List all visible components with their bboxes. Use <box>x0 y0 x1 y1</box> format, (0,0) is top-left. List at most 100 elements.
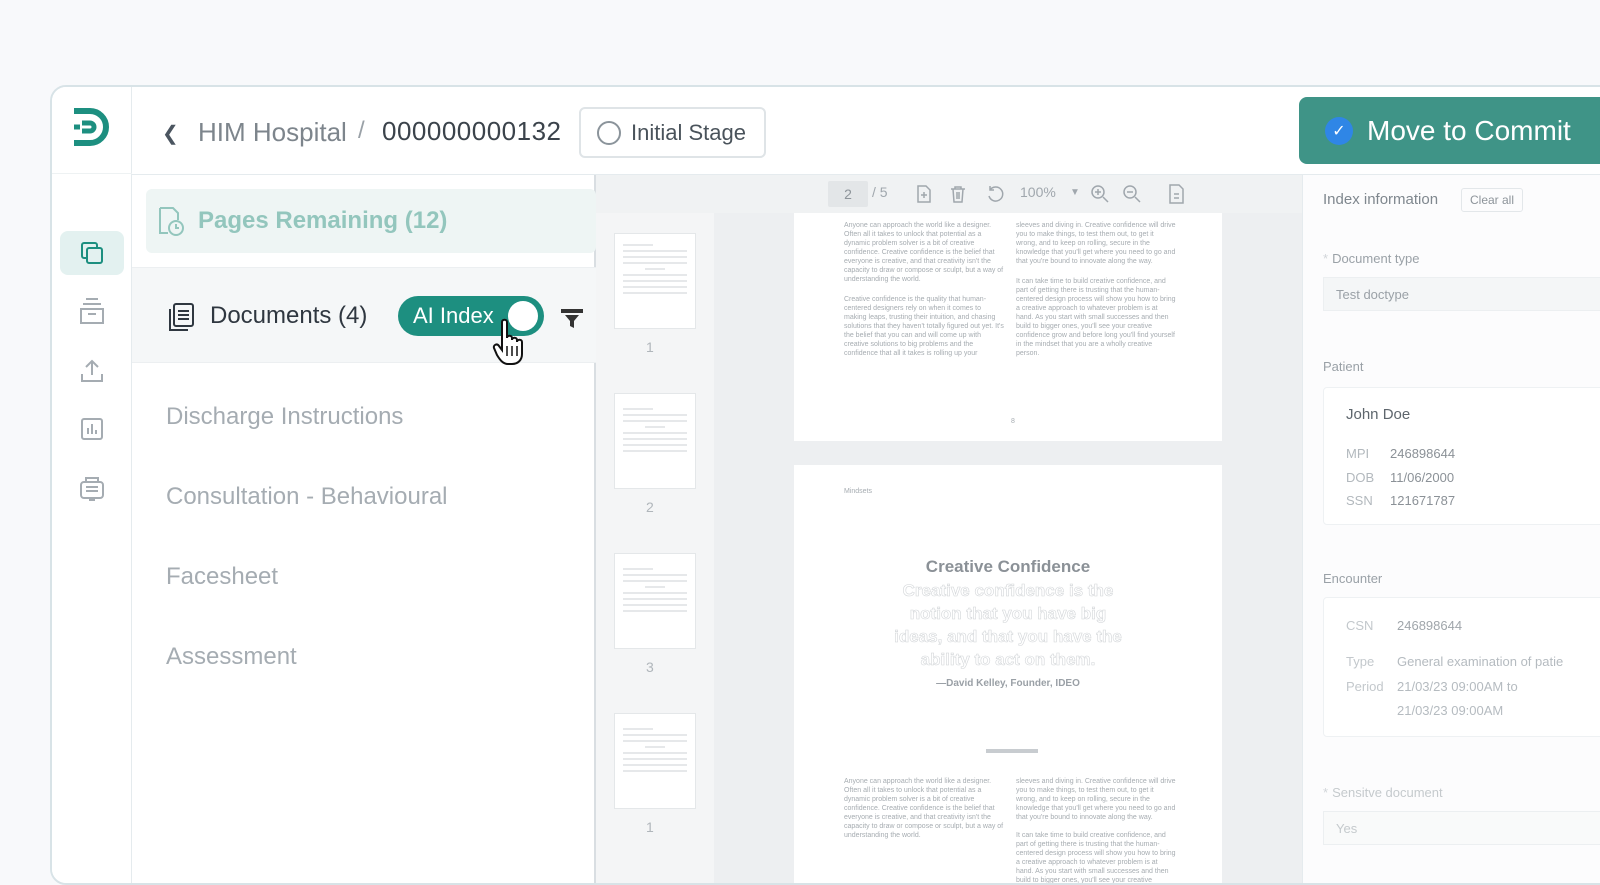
type-value: General examination of patie <box>1397 654 1564 669</box>
encounter-label: Encounter <box>1323 571 1383 586</box>
add-page-icon[interactable] <box>916 185 932 203</box>
document-viewer: 2 / 5 100% ▼ 1 2 3 1 Anyone can approach… <box>596 175 1302 883</box>
documents-panel: Pages Remaining (12) Documents (4) AI In… <box>132 175 596 883</box>
documents-title: Documents (4) <box>210 302 368 329</box>
document-item[interactable]: Facesheet <box>166 563 278 591</box>
mpi-value: 246898644 <box>1390 446 1456 461</box>
rotate-icon[interactable] <box>986 185 1004 203</box>
pages-remaining-button[interactable]: Pages Remaining (12) <box>146 189 596 253</box>
page-number-input[interactable]: 2 <box>828 181 868 207</box>
index-title: Index information <box>1323 191 1439 208</box>
zoom-out-icon[interactable] <box>1122 184 1142 204</box>
document-item[interactable]: Assessment <box>166 643 297 671</box>
body-text: Anyone can approach the world like a des… <box>844 222 1004 283</box>
document-type-label: * Document type <box>1323 251 1420 266</box>
page-thumbnail[interactable] <box>614 553 696 649</box>
body-text: It can take time to build creative confi… <box>1016 278 1176 357</box>
stage-label: Initial Stage <box>631 119 746 145</box>
patient-card[interactable]: John Doe MPI 246898644 DOB 11/06/2000 SS… <box>1323 387 1600 525</box>
check-icon: ✓ <box>1325 116 1353 145</box>
thumbnail-number: 3 <box>646 659 654 675</box>
body-text: sleeves and diving in. Creative confiden… <box>1016 778 1176 821</box>
trash-icon[interactable] <box>950 185 966 203</box>
thumbnail-number: 1 <box>646 339 654 355</box>
quote-text: Creative confidence is the notion that y… <box>894 581 1122 670</box>
quote-author: —David Kelley, Founder, IDEO <box>936 678 1080 689</box>
divider-bar <box>986 749 1038 753</box>
index-panel: Index information Clear all * Document ty… <box>1302 175 1600 883</box>
document-list-icon <box>169 303 194 331</box>
document-page: Anyone can approach the world like a des… <box>794 213 1222 441</box>
page-thumbnail[interactable] <box>614 393 696 489</box>
ai-index-label: AI Index <box>413 303 494 328</box>
move-to-commit-button[interactable]: ✓ Move to Commit <box>1299 97 1600 164</box>
page-total: / 5 <box>872 184 888 200</box>
thumbnail-number: 2 <box>646 499 654 515</box>
clear-all-button[interactable]: Clear all <box>1461 188 1524 212</box>
chevron-left-icon[interactable]: ❮ <box>162 121 179 146</box>
copy-pages-icon <box>81 242 103 264</box>
breadcrumb-separator: / <box>358 117 365 144</box>
viewer-toolbar: 2 / 5 100% ▼ <box>596 175 1302 213</box>
top-header: ❮ HIM Hospital / 000000000132 Initial St… <box>132 87 1600 175</box>
hand-cursor-icon <box>492 318 523 365</box>
csn-label: CSN <box>1346 618 1374 633</box>
commit-label: Move to Commit <box>1367 114 1571 146</box>
ssn-value: 121671787 <box>1390 493 1456 508</box>
document-type-field[interactable]: Test doctype <box>1323 277 1600 311</box>
caret-down-icon[interactable]: ▼ <box>1070 187 1080 198</box>
quote-title: Creative Confidence <box>925 557 1091 576</box>
body-text: Anyone can approach the world like a des… <box>844 778 1004 839</box>
breadcrumb-parent[interactable]: HIM Hospital <box>198 117 347 148</box>
documents-header: Documents (4) AI Index <box>132 267 596 365</box>
page-thumbnail[interactable] <box>614 713 696 809</box>
nav-fax[interactable] <box>60 467 124 511</box>
zoom-level[interactable]: 100% <box>1020 184 1056 200</box>
period-start: 21/03/23 09:00AM to <box>1397 679 1518 694</box>
mpi-label: MPI <box>1346 446 1370 461</box>
dob-label: DOB <box>1346 470 1375 485</box>
page-thumbnail[interactable] <box>614 233 696 329</box>
sensitive-document-field[interactable]: Yes <box>1323 811 1600 845</box>
nav-rail <box>52 87 132 883</box>
body-text: It can take time to build creative confi… <box>1016 832 1176 884</box>
rail-divider <box>52 173 132 174</box>
body-text: Creative confidence is the quality that … <box>844 296 1004 357</box>
upload-icon <box>81 359 103 382</box>
encounter-card[interactable]: CSN 246898644 Type General examination o… <box>1323 597 1600 737</box>
nav-archive[interactable] <box>60 289 124 333</box>
nav-documents[interactable] <box>60 231 124 275</box>
circle-icon <box>597 120 621 145</box>
fax-icon <box>80 477 104 501</box>
stage-selector[interactable]: Initial Stage <box>579 107 766 158</box>
dob-value: 11/06/2000 <box>1390 470 1455 485</box>
pages-remaining-label: Pages Remaining (12) <box>198 207 448 234</box>
sensitive-document-label: * Sensitve document <box>1323 785 1443 800</box>
export-page-icon[interactable] <box>1168 184 1186 204</box>
filter-icon[interactable] <box>560 308 584 330</box>
page-footer-number: 8 <box>1011 418 1015 425</box>
archive-icon <box>80 298 104 324</box>
thumbnail-strip: 1 2 3 1 <box>596 213 714 883</box>
app-window: ❮ HIM Hospital / 000000000132 Initial St… <box>50 85 1600 885</box>
page-header-label: Mindsets <box>844 488 873 495</box>
body-text: sleeves and diving in. Creative confiden… <box>1016 222 1176 265</box>
document-item[interactable]: Consultation - Behavioural <box>166 483 448 511</box>
nav-upload[interactable] <box>60 349 124 393</box>
page-clock-icon <box>159 207 184 236</box>
ssn-label: SSN <box>1346 493 1373 508</box>
period-label: Period <box>1346 679 1384 694</box>
zoom-in-icon[interactable] <box>1090 184 1110 204</box>
app-logo[interactable] <box>68 105 112 149</box>
patient-label: Patient <box>1323 359 1364 374</box>
csn-value: 246898644 <box>1397 618 1463 633</box>
breadcrumb-current: 000000000132 <box>382 116 562 146</box>
type-label: Type <box>1346 654 1375 669</box>
nav-reports[interactable] <box>60 407 124 451</box>
document-item[interactable]: Discharge Instructions <box>166 403 403 431</box>
period-end: 21/03/23 09:00AM <box>1397 703 1504 718</box>
patient-name: John Doe <box>1346 406 1411 423</box>
bar-chart-icon <box>81 418 103 440</box>
thumbnail-number: 1 <box>646 819 654 835</box>
document-page: Mindsets Creative Confidence Creative co… <box>794 465 1222 884</box>
